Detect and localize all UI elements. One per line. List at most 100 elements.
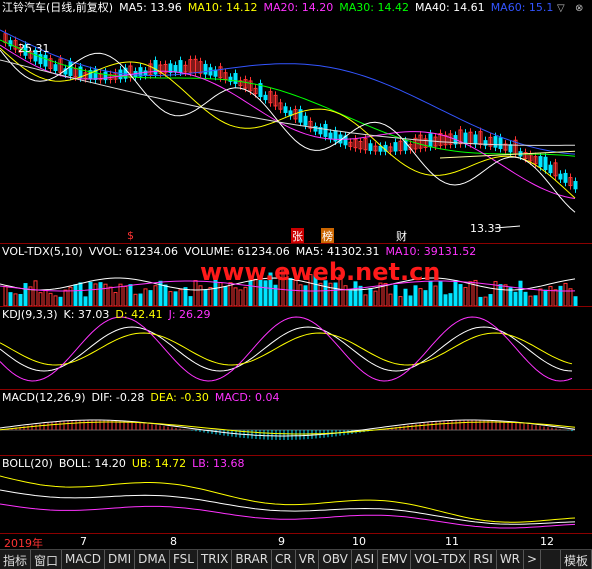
- limit-up-marker[interactable]: 张: [291, 228, 304, 243]
- volume-bar: [478, 296, 483, 306]
- dragon-tiger-marker[interactable]: 榜: [321, 228, 334, 243]
- price-panel[interactable]: 江铃汽车(日线,前复权) MA5: 13.96 MA10: 14.12 MA20…: [0, 0, 592, 243]
- volume-bar: [63, 289, 68, 306]
- tab-vol-tdx[interactable]: VOL-TDX: [411, 550, 471, 569]
- tab-obv[interactable]: OBV: [319, 550, 352, 569]
- tab-trix[interactable]: TRIX: [198, 550, 233, 569]
- volume-panel[interactable]: VOL-TDX(5,10) VVOL: 61234.06 VOLUME: 612…: [0, 244, 592, 306]
- volume-bar: [143, 288, 148, 306]
- dividend-marker[interactable]: $: [127, 229, 134, 242]
- tab-indicator[interactable]: 指标: [0, 550, 32, 569]
- volume-bar: [488, 294, 493, 306]
- ma10-value: MA10: 14.12: [187, 1, 258, 14]
- volume-bar: [433, 285, 438, 306]
- volume-bar: [183, 287, 188, 306]
- candle-body: [233, 73, 238, 84]
- volume-bar: [523, 291, 528, 306]
- chevron-down-icon[interactable]: ▽: [557, 3, 565, 14]
- volume-bar: [13, 293, 18, 306]
- volume-bar: [548, 286, 553, 306]
- tab-vr[interactable]: VR: [296, 550, 320, 569]
- volume-bar: [563, 282, 568, 306]
- candle-body: [313, 125, 318, 132]
- tab-emv[interactable]: EMV: [378, 550, 412, 569]
- ma60-line: [0, 29, 576, 155]
- candle-body: [38, 54, 43, 65]
- macd-panel[interactable]: MACD(12,26,9) DIF: -0.28 DEA: -0.30 MACD…: [0, 390, 592, 455]
- price-header: 江铃汽车(日线,前复权) MA5: 13.96 MA10: 14.12 MA20…: [2, 1, 553, 14]
- price-chart: [0, 29, 578, 229]
- date-axis: 2019年 7 8 9 10 11 12: [0, 533, 592, 550]
- kdj-panel[interactable]: KDJ(9,3,3) K: 37.03 D: 42.41 J: 26.29: [0, 307, 592, 389]
- volume-bar: [173, 291, 178, 306]
- tab-rsi[interactable]: RSI: [470, 550, 497, 569]
- tab-window[interactable]: 窗口: [31, 550, 63, 569]
- volume-bar: [418, 288, 423, 306]
- low-price-label: 13.33: [470, 222, 502, 235]
- template-button[interactable]: 模板: [559, 550, 592, 569]
- vol-ma10-value: MA10: 39131.52: [385, 245, 477, 258]
- tab-cr[interactable]: CR: [272, 550, 296, 569]
- candle-body: [323, 123, 328, 137]
- candle-body: [543, 156, 548, 171]
- candle-body: [68, 61, 73, 76]
- financial-report-marker[interactable]: 财: [396, 228, 407, 243]
- volume-bar: [408, 295, 413, 306]
- toolbar-more-button[interactable]: >: [524, 550, 542, 569]
- volume-bar: [18, 293, 23, 306]
- volume-bar: [83, 296, 88, 306]
- volume-bar: [423, 290, 428, 306]
- volume-bar: [243, 286, 248, 306]
- volume-bar: [363, 294, 368, 306]
- vvol-value: VVOL: 61234.06: [88, 245, 179, 258]
- boll-ub-value: UB: 14.72: [131, 457, 187, 470]
- close-icon[interactable]: ⊗: [575, 3, 583, 14]
- boll-lb-line: [0, 503, 576, 529]
- volume-bar: [448, 293, 453, 306]
- volume-bar: [138, 293, 143, 306]
- volume-bar: [328, 282, 333, 306]
- volume-bar: [443, 294, 448, 306]
- volume-bar: [113, 292, 118, 306]
- volume-bar: [123, 285, 128, 306]
- volume-bar: [118, 283, 123, 306]
- candle-body: [178, 60, 183, 73]
- volume-bar: [33, 280, 38, 306]
- axis-label-month: 11: [445, 535, 459, 548]
- volume-bar: [193, 280, 198, 306]
- volume-bar: [508, 287, 513, 306]
- tab-asi[interactable]: ASI: [352, 550, 379, 569]
- tab-dmi[interactable]: DMI: [105, 550, 136, 569]
- volume-bar: [458, 284, 463, 306]
- ma20-value: MA20: 14.20: [263, 1, 334, 14]
- kdj-j-line: [0, 316, 573, 382]
- boll-panel[interactable]: BOLL(20) BOLL: 14.20 UB: 14.72 LB: 13.68: [0, 456, 592, 533]
- tab-brar[interactable]: BRAR: [232, 550, 273, 569]
- volume-bar: [383, 282, 388, 306]
- volume-bar: [88, 281, 93, 306]
- volume-bar: [23, 283, 28, 306]
- axis-label-month: 8: [170, 535, 177, 548]
- indicator-toolbar: 指标 窗口 MACD DMI DMA FSL TRIX BRAR CR VR O…: [0, 549, 592, 569]
- volume-bar: [43, 289, 48, 306]
- volume-bar: [163, 284, 168, 306]
- volume-bar: [128, 284, 133, 306]
- volume-bar: [38, 292, 43, 306]
- volume-bar: [218, 282, 223, 306]
- candle-body: [428, 133, 433, 148]
- volume-bar: [498, 284, 503, 306]
- boll-ub-line: [0, 475, 576, 523]
- volume-bar: [188, 296, 193, 306]
- tab-fsl[interactable]: FSL: [170, 550, 198, 569]
- tab-wr[interactable]: WR: [497, 550, 525, 569]
- tab-macd[interactable]: MACD: [62, 550, 106, 569]
- tab-dma[interactable]: DMA: [135, 550, 170, 569]
- volume-bar: [513, 291, 518, 306]
- ma60-value: MA60: 15.1: [490, 1, 554, 14]
- candle-body: [493, 136, 498, 148]
- volume-bar: [348, 290, 353, 306]
- high-price-label: 25.31: [18, 42, 50, 55]
- volume-bar: [48, 292, 53, 306]
- macd-hist-value: MACD: 0.04: [214, 391, 280, 404]
- volume-bar: [483, 296, 488, 306]
